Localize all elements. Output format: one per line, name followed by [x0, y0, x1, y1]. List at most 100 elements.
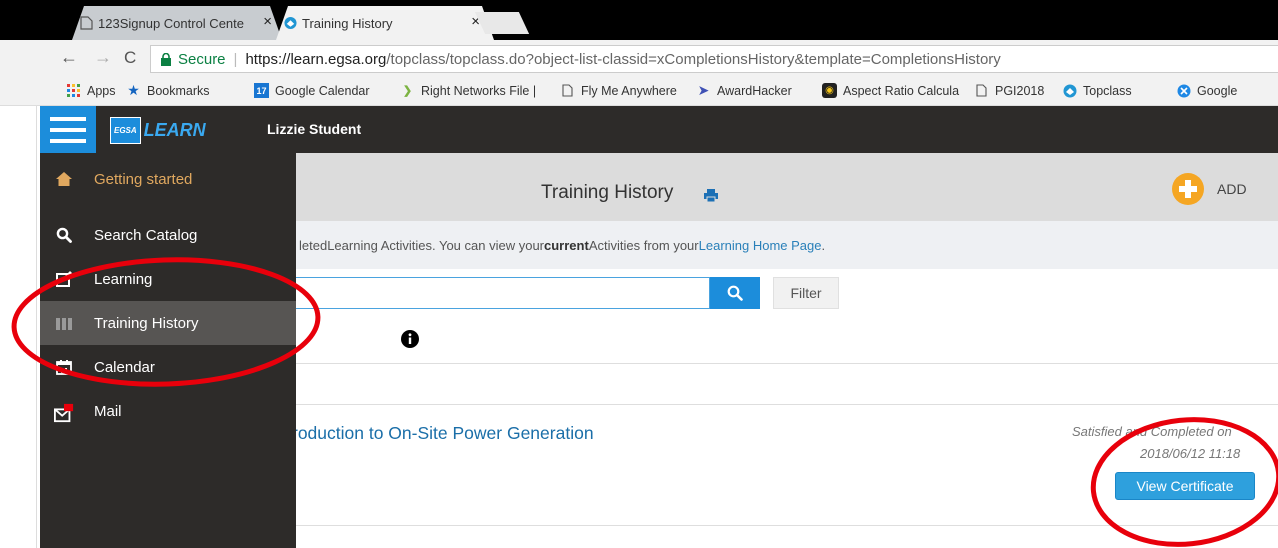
tab-123signup[interactable]: 123Signup Control Cente ×	[72, 6, 282, 40]
main-content: Training History ADD leted Learning Acti…	[292, 153, 1278, 548]
bookmark-label: Apps	[87, 83, 116, 98]
bookmark-label: Topclass	[1083, 83, 1132, 98]
search-input[interactable]	[294, 277, 710, 309]
page-title: Training History	[541, 182, 674, 203]
search-button[interactable]	[710, 277, 760, 309]
bookmark-awardhacker[interactable]: ➤ AwardHacker	[696, 82, 792, 98]
bookmark-fly-me-anywhere[interactable]: Fly Me Anywhere	[560, 83, 677, 98]
sidebar-item-training-history[interactable]: Training History	[40, 301, 296, 345]
bookmark-label: Google	[1197, 83, 1238, 98]
view-certificate-button[interactable]: View Certificate	[1115, 472, 1255, 500]
secure-label: Secure	[178, 50, 226, 68]
tab-title: 123Signup Control Cente	[98, 15, 244, 31]
info-text-2: Activities from your	[588, 237, 699, 253]
sidebar-item-getting-started[interactable]: Getting started	[40, 157, 296, 201]
page-icon	[560, 83, 575, 98]
page-icon	[80, 16, 93, 30]
topclass-icon	[1062, 83, 1077, 98]
browser-tab-strip: 123Signup Control Cente × Training Histo…	[0, 0, 1278, 40]
bookmark-bookmarks[interactable]: ★ Bookmarks	[126, 82, 210, 98]
url-path: /topclass/topclass.do?object-list-classi…	[386, 50, 1001, 68]
aspect-icon: ◉	[822, 83, 837, 98]
books-icon	[54, 313, 74, 333]
mail-icon	[54, 403, 74, 423]
bookmark-label: Right Networks File |	[421, 83, 537, 98]
calendar-icon	[54, 357, 74, 377]
new-tab-button[interactable]	[474, 12, 530, 34]
divider	[296, 363, 1278, 364]
sidebar-item-label: Training History	[94, 314, 199, 332]
search-icon	[54, 225, 74, 245]
address-bar[interactable]: Secure | https://learn.egsa.org/topclass…	[150, 45, 1278, 73]
add-label: ADD	[1217, 181, 1247, 197]
bookmark-pgi2018[interactable]: PGI2018	[974, 83, 1044, 98]
info-current: current	[544, 237, 589, 253]
info-text-start: leted	[299, 237, 328, 253]
info-icon[interactable]	[401, 330, 419, 348]
sidebar-item-label: Learning	[94, 270, 153, 288]
filter-button[interactable]: Filter	[773, 277, 839, 309]
bookmark-aspect-ratio[interactable]: ◉ Aspect Ratio Calcula	[822, 83, 959, 98]
completion-date: 2018/06/12 11:18	[1140, 446, 1241, 461]
arrows-icon: ❯	[402, 85, 413, 97]
reload-icon[interactable]: C	[124, 48, 136, 68]
window-edge-line	[36, 106, 37, 548]
google-icon	[1176, 83, 1191, 98]
sidebar-item-mail[interactable]: Mail	[40, 391, 296, 431]
info-message: leted Learning Activities. You can view …	[296, 221, 1278, 269]
send-icon: ➤	[697, 82, 710, 98]
sidebar-item-learning[interactable]: Learning	[40, 257, 296, 301]
home-icon	[54, 169, 74, 189]
back-icon[interactable]: ←	[60, 47, 78, 68]
info-period: .	[821, 237, 826, 253]
page-title-bar: Training History ADD	[296, 153, 1278, 221]
add-button[interactable]: ADD	[1172, 172, 1272, 206]
menu-button[interactable]	[40, 106, 96, 153]
divider	[296, 525, 1278, 526]
tab-training-history[interactable]: Training History ×	[276, 6, 494, 40]
sidebar-menu: Getting started Search Catalog Learning …	[40, 153, 296, 548]
plus-circle-icon	[1172, 173, 1204, 205]
search-icon	[727, 285, 743, 301]
sidebar-item-label: Search Catalog	[94, 226, 198, 244]
close-icon[interactable]: ×	[263, 13, 272, 30]
address-separator: |	[233, 50, 238, 68]
user-name[interactable]: Lizzie Student	[267, 121, 361, 137]
bookmark-right-networks[interactable]: ❯ Right Networks File |	[400, 83, 536, 98]
print-icon[interactable]	[704, 189, 718, 202]
app-header: EGSA LEARN Lizzie Student	[40, 106, 1278, 153]
sidebar-item-search-catalog[interactable]: Search Catalog	[40, 213, 296, 257]
browser-toolbar: ← → C Secure | https://learn.egsa.org/to…	[0, 40, 1278, 76]
url-host: https://learn.egsa.org	[245, 50, 387, 68]
sidebar-item-label: Mail	[94, 403, 122, 420]
bookmark-label: Fly Me Anywhere	[581, 83, 677, 98]
hamburger-icon	[50, 117, 86, 143]
window-edge	[0, 106, 40, 548]
history-item-title[interactable]: roduction to On-Site Power Generation	[292, 423, 594, 444]
bookmark-label: Bookmarks	[147, 83, 210, 98]
calendar-icon: 17	[254, 83, 269, 98]
lock-icon	[161, 52, 171, 66]
bookmark-google-calendar[interactable]: 17 Google Calendar	[254, 83, 370, 98]
bookmark-topclass[interactable]: Topclass	[1062, 83, 1132, 98]
tab-title: Training History	[302, 15, 393, 31]
apps-grid-icon	[66, 83, 81, 98]
star-icon: ★	[127, 82, 140, 98]
divider	[296, 404, 1278, 405]
bookmark-label: Google Calendar	[275, 83, 370, 98]
forward-icon[interactable]: →	[94, 47, 112, 68]
logo-badge: EGSA	[110, 116, 141, 144]
bookmark-apps[interactable]: Apps	[66, 83, 116, 98]
egsa-learn-logo[interactable]: EGSA LEARN	[110, 116, 206, 144]
bookmarks-bar: Apps ★ Bookmarks 17 Google Calendar ❯ Ri…	[0, 76, 1278, 106]
topclass-icon	[284, 16, 297, 30]
sidebar-item-label: Getting started	[94, 170, 193, 188]
bookmark-label: AwardHacker	[717, 83, 792, 98]
learning-home-link[interactable]: Learning Home Page	[699, 238, 822, 253]
edit-icon	[54, 269, 74, 289]
bookmark-google[interactable]: Google	[1176, 83, 1237, 98]
sidebar-item-calendar[interactable]: Calendar	[40, 345, 296, 389]
bookmark-label: PGI2018	[995, 83, 1045, 98]
info-text: Learning Activities. You can view your	[327, 237, 545, 253]
page-icon	[974, 83, 989, 98]
